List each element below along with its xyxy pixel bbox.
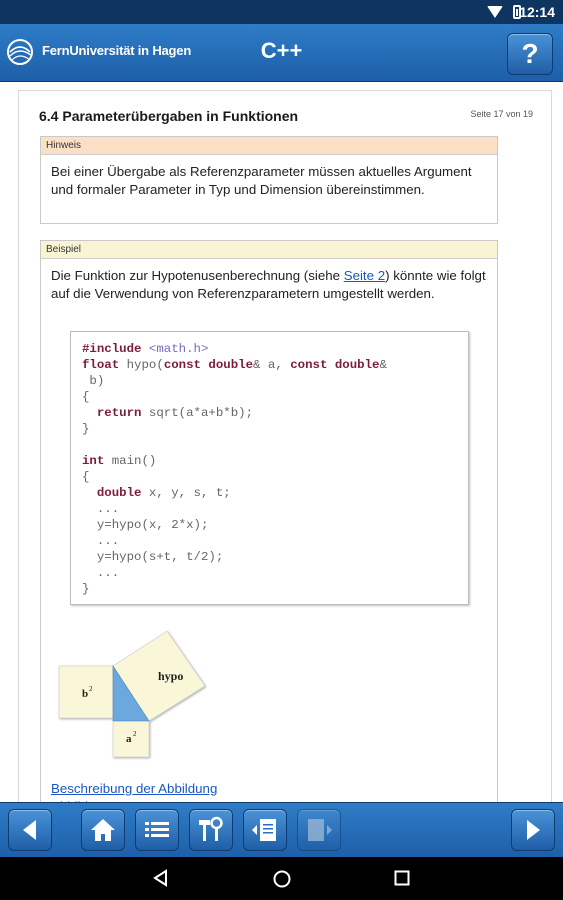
code-line: #include <math.h> (82, 342, 209, 356)
home-button[interactable] (81, 809, 125, 851)
code-line: { (82, 390, 90, 404)
wifi-icon (487, 6, 503, 18)
nav-back-icon[interactable] (152, 869, 170, 887)
arrow-left-icon (23, 820, 36, 840)
code-line: y=hypo(s+t, t/2); (96, 550, 224, 564)
page-indicator: Seite 17 von 19 (470, 109, 533, 119)
code-line: ... (96, 502, 120, 516)
code-line: ... (96, 534, 120, 548)
back-button[interactable] (8, 809, 52, 851)
nav-recents-icon[interactable] (394, 870, 410, 886)
system-nav-bar (0, 857, 563, 900)
status-bar: 12:14 (0, 0, 563, 24)
previous-page-icon (252, 819, 276, 841)
page-2-link[interactable]: Seite 2 (344, 268, 385, 283)
code-line: ... (96, 566, 120, 580)
code-line: } (82, 422, 90, 436)
note-text: Bei einer Übergabe als Referenzparameter… (51, 164, 472, 197)
note-header: Hinweis (41, 137, 497, 155)
code-line: } (82, 582, 90, 596)
example-box: Beispiel Die Funktion zur Hypotenusenber… (40, 240, 498, 811)
bottom-toolbar (0, 802, 563, 858)
label-b-sup: 2 (89, 685, 93, 693)
example-text: Die Funktion zur Hypotenusenberechnung (… (41, 259, 497, 303)
code-line: double x, y, s, t; (96, 486, 231, 500)
app-title: C++ (260, 38, 303, 63)
code-line: b) (82, 374, 105, 388)
label-a: a (126, 733, 132, 745)
contents-button[interactable] (135, 809, 179, 851)
pythagoras-figure: hypo b 2 a 2 (58, 630, 206, 758)
label-hypo: hypo (158, 669, 183, 683)
figure-description-link[interactable]: Beschreibung der Abbildung (51, 781, 217, 796)
app-bar: FernUniversität in Hagen C++ ? (0, 24, 563, 82)
example-header: Beispiel (41, 241, 497, 259)
home-icon (91, 819, 115, 841)
example-text-before: Die Funktion zur Hypotenusenberechnung (… (51, 268, 344, 283)
help-button[interactable]: ? (507, 33, 553, 75)
page-heading: 6.4 Parameterübergaben in Funktionen (39, 108, 299, 124)
arrow-right-icon (527, 820, 540, 840)
code-line: int main() (82, 454, 157, 468)
tools-icon (199, 816, 223, 841)
next-page-button[interactable] (297, 809, 341, 851)
label-a-sup: 2 (133, 730, 137, 738)
code-block: #include <math.h> float hypo(const doubl… (70, 331, 469, 605)
label-b: b (82, 688, 88, 700)
code-line: return sqrt(a*a+b*b); (96, 406, 254, 420)
content-page[interactable]: 6.4 Parameterübergaben in Funktionen Sei… (18, 90, 552, 812)
nav-home-icon[interactable] (272, 869, 292, 889)
code-line: y=hypo(x, 2*x); (96, 518, 209, 532)
tools-button[interactable] (189, 809, 233, 851)
previous-page-button[interactable] (243, 809, 287, 851)
status-time: 12:14 (519, 4, 555, 20)
next-page-icon (308, 819, 332, 841)
list-icon (145, 822, 169, 837)
code-line: float hypo(const double& a, const double… (82, 358, 387, 372)
forward-button[interactable] (511, 809, 555, 851)
note-box: Hinweis Bei einer Übergabe als Referenzp… (40, 136, 498, 224)
code-line: { (82, 470, 90, 484)
